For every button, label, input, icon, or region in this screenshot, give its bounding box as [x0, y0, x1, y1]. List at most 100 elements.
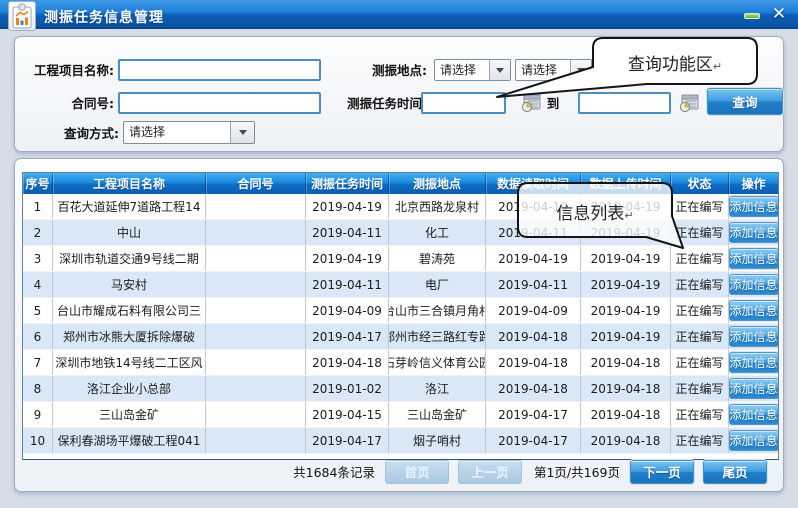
project-name-input[interactable]	[118, 59, 321, 81]
cell-read-time: 2019-04-17	[486, 428, 581, 453]
location-select-1[interactable]: 请选择	[434, 59, 511, 81]
title-bar: 测振任务信息管理 ✕	[0, 0, 798, 29]
cell-location: 郑州市经三路红专路	[389, 324, 486, 349]
cell-location: 碧涛苑	[389, 246, 486, 271]
prev-page-button[interactable]: 上一页	[458, 460, 522, 484]
cell-read-time: 2019-04-11	[486, 220, 581, 245]
contract-input[interactable]	[118, 92, 321, 114]
cell-task-time: 2019-01-02	[306, 376, 389, 401]
add-info-button[interactable]: 添加信息	[729, 300, 778, 321]
cell-action: 添加信息	[729, 428, 778, 453]
first-page-button[interactable]: 首页	[385, 460, 449, 484]
table-row: 2中山2019-04-11化工2019-04-112019-04-19正在编写添…	[23, 220, 778, 246]
add-info-button[interactable]: 添加信息	[729, 196, 778, 217]
search-button[interactable]: 查询	[707, 88, 783, 115]
cell-upload-time: 2019-04-18	[581, 376, 671, 401]
query-mode-select[interactable]: 请选择	[123, 121, 255, 144]
cell-upload-time: 2019-04-19	[581, 272, 671, 297]
table-row: 1百花大道延伸7道路工程142019-04-19北京西路龙泉村2019-04-1…	[23, 194, 778, 220]
cell-no: 3	[23, 246, 53, 271]
add-info-button[interactable]: 添加信息	[729, 404, 778, 425]
add-info-button[interactable]: 添加信息	[729, 274, 778, 295]
cell-upload-time: 2019-04-18	[581, 402, 671, 427]
chevron-down-icon[interactable]	[230, 122, 254, 143]
col-header-task-time: 测振任务时间	[306, 173, 389, 194]
cell-location: 化工	[389, 220, 486, 245]
cell-status: 正在编写	[671, 194, 729, 219]
cell-action: 添加信息	[729, 298, 778, 323]
cell-status: 正在编写	[671, 350, 729, 375]
chevron-down-icon[interactable]	[489, 60, 510, 80]
cell-location: 三山岛金矿	[389, 402, 486, 427]
chevron-down-icon[interactable]	[570, 60, 591, 80]
cell-no: 4	[23, 272, 53, 297]
page-indicator: 第1页/共169页	[534, 462, 620, 481]
cell-upload-time: 2019-04-18	[581, 428, 671, 453]
table-row: 6郑州市冰熊大厦拆除爆破2019-04-17郑州市经三路红专路2019-04-1…	[23, 324, 778, 350]
add-info-button[interactable]: 添加信息	[729, 352, 778, 373]
add-info-button[interactable]: 添加信息	[729, 430, 778, 451]
cell-read-time: 2019-04-19	[486, 194, 581, 219]
col-header-no: 序号	[23, 173, 53, 194]
add-info-button[interactable]: 添加信息	[729, 222, 778, 243]
table-header-row: 序号 工程项目名称 合同号 测振任务时间 测振地点 数据读取时间 数据上传时间 …	[23, 173, 778, 194]
cell-action: 添加信息	[729, 194, 778, 219]
cell-name: 中山	[53, 220, 206, 245]
add-info-button[interactable]: 添加信息	[729, 248, 778, 269]
table-row: 3深圳市轨道交通9号线二期2019-04-19碧涛苑2019-04-192019…	[23, 246, 778, 272]
calendar-icon[interactable]	[520, 93, 542, 113]
cell-task-time: 2019-04-17	[306, 428, 389, 453]
cell-location: 电厂	[389, 272, 486, 297]
next-page-button[interactable]: 下一页	[630, 460, 694, 484]
cell-action: 添加信息	[729, 324, 778, 349]
calendar-icon[interactable]	[678, 93, 700, 113]
cell-location: 石芽岭信义体育公园	[389, 350, 486, 375]
cell-status: 正在编写	[671, 272, 729, 297]
cell-name: 百花大道延伸7道路工程14	[53, 194, 206, 219]
cell-status: 正在编写	[671, 220, 729, 245]
cell-task-time: 2019-04-19	[306, 246, 389, 271]
cell-upload-time: 2019-04-19	[581, 220, 671, 245]
cell-name: 深圳市轨道交通9号线二期	[53, 246, 206, 271]
cell-task-time: 2019-04-09	[306, 298, 389, 323]
cell-contract	[206, 246, 306, 271]
minimize-icon[interactable]	[744, 13, 760, 19]
location-select-2[interactable]: 请选择	[515, 59, 592, 81]
cell-location: 北京西路龙泉村	[389, 194, 486, 219]
window-title: 测振任务信息管理	[44, 7, 164, 27]
close-icon[interactable]: ✕	[768, 3, 790, 25]
cell-contract	[206, 298, 306, 323]
cell-no: 1	[23, 194, 53, 219]
cell-no: 5	[23, 298, 53, 323]
cell-status: 正在编写	[671, 298, 729, 323]
cell-name: 郑州市冰熊大厦拆除爆破	[53, 324, 206, 349]
cell-upload-time: 2019-04-19	[581, 324, 671, 349]
cell-name: 台山市耀成石料有限公司三	[53, 298, 206, 323]
cell-no: 9	[23, 402, 53, 427]
cell-read-time: 2019-04-09	[486, 298, 581, 323]
cell-status: 正在编写	[671, 402, 729, 427]
col-header-project: 工程项目名称	[53, 173, 206, 194]
cell-task-time: 2019-04-11	[306, 272, 389, 297]
cell-read-time: 2019-04-18	[486, 324, 581, 349]
data-table: 序号 工程项目名称 合同号 测振任务时间 测振地点 数据读取时间 数据上传时间 …	[22, 172, 779, 460]
cell-contract	[206, 194, 306, 219]
col-header-upload-time: 数据上传时间	[581, 173, 671, 194]
task-time-start-input[interactable]	[421, 92, 506, 114]
cell-status: 正在编写	[671, 428, 729, 453]
cell-status: 正在编写	[671, 376, 729, 401]
table-panel: 序号 工程项目名称 合同号 测振任务时间 测振地点 数据读取时间 数据上传时间 …	[14, 158, 784, 492]
last-page-button[interactable]: 尾页	[703, 460, 767, 484]
query-panel: 工程项目名称: 测振地点: 请选择 请选择 合同号: 测振任务时间: 到 查询	[14, 36, 784, 152]
cell-contract	[206, 376, 306, 401]
query-mode-label: 查询方式:	[15, 123, 119, 145]
task-time-end-input[interactable]	[578, 92, 671, 114]
cell-action: 添加信息	[729, 402, 778, 427]
cell-no: 10	[23, 428, 53, 453]
add-info-button[interactable]: 添加信息	[729, 326, 778, 347]
add-info-button[interactable]: 添加信息	[729, 378, 778, 399]
col-header-contract: 合同号	[206, 173, 306, 194]
col-header-action: 操作	[729, 173, 778, 194]
cell-contract	[206, 324, 306, 349]
cell-contract	[206, 428, 306, 453]
